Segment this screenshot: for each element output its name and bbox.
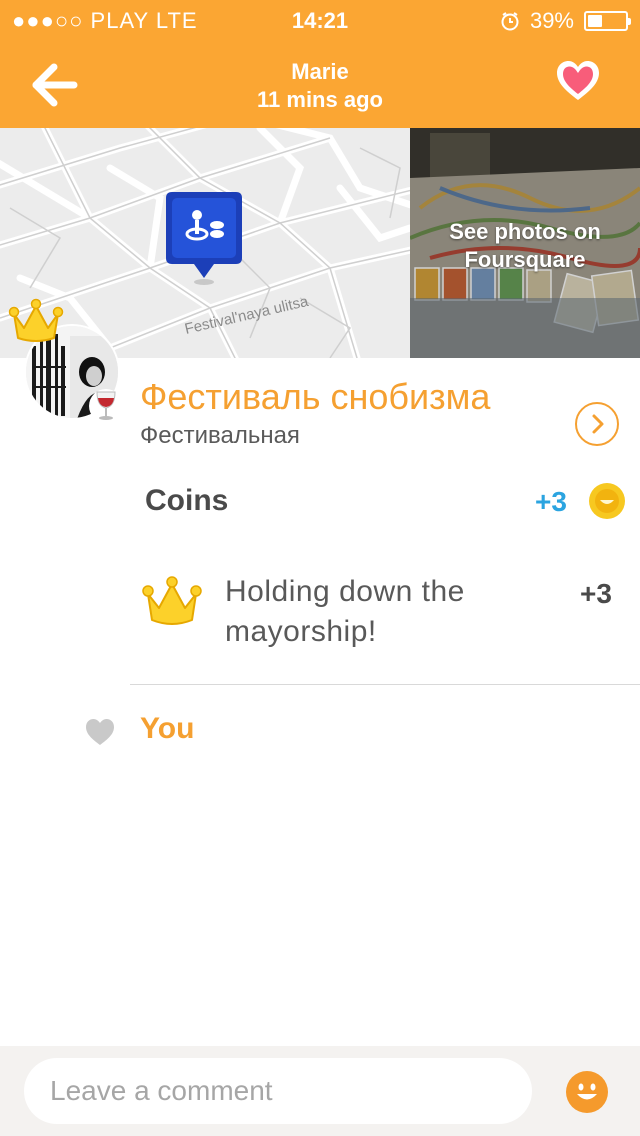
status-right: 39%: [500, 8, 631, 34]
app-header: ●●●○○ PLAY LTE 14:21 39% Marie 11 mins a…: [0, 0, 640, 128]
venue-name[interactable]: Фестиваль снобизма: [140, 376, 490, 418]
battery-icon: [584, 11, 631, 31]
user-avatar-group[interactable]: [8, 298, 123, 424]
see-photos-label: See photos on Foursquare: [410, 218, 640, 274]
divider: [130, 684, 640, 685]
checkin-title: Marie 11 mins ago: [0, 58, 640, 114]
venue-address: Фестивальная: [140, 422, 300, 449]
smiley-icon[interactable]: [566, 1071, 608, 1113]
battery-percent: 39%: [529, 8, 574, 33]
like-heart-icon: [86, 719, 114, 745]
coins-value: +3: [535, 486, 567, 517]
coin-icon: [589, 483, 625, 519]
mayor-crown-icon: [8, 298, 64, 342]
alarm-icon: [501, 12, 519, 31]
venue-detail-button[interactable]: [575, 402, 619, 446]
status-bar: ●●●○○ PLAY LTE 14:21 39%: [0, 6, 640, 36]
wine-glass-icon: [89, 389, 123, 423]
see-photos-line1: See photos on: [449, 219, 601, 244]
chevron-right-icon: [592, 414, 604, 434]
mayorship-points: +3: [580, 578, 612, 609]
user-name: Marie: [291, 59, 349, 84]
mayorship-text: Holding down the mayorship!: [225, 575, 465, 648]
liker-name[interactable]: You: [140, 712, 194, 746]
comment-input[interactable]: [24, 1058, 532, 1124]
checkin-time: 11 mins ago: [257, 87, 383, 112]
see-photos-line2: Foursquare: [464, 247, 586, 272]
coins-label: Coins: [145, 484, 229, 517]
venue-photos-link[interactable]: See photos on Foursquare: [410, 128, 640, 358]
comment-bar: [0, 1046, 640, 1136]
heart-like-icon[interactable]: [554, 58, 602, 106]
crown-icon: [142, 576, 202, 625]
